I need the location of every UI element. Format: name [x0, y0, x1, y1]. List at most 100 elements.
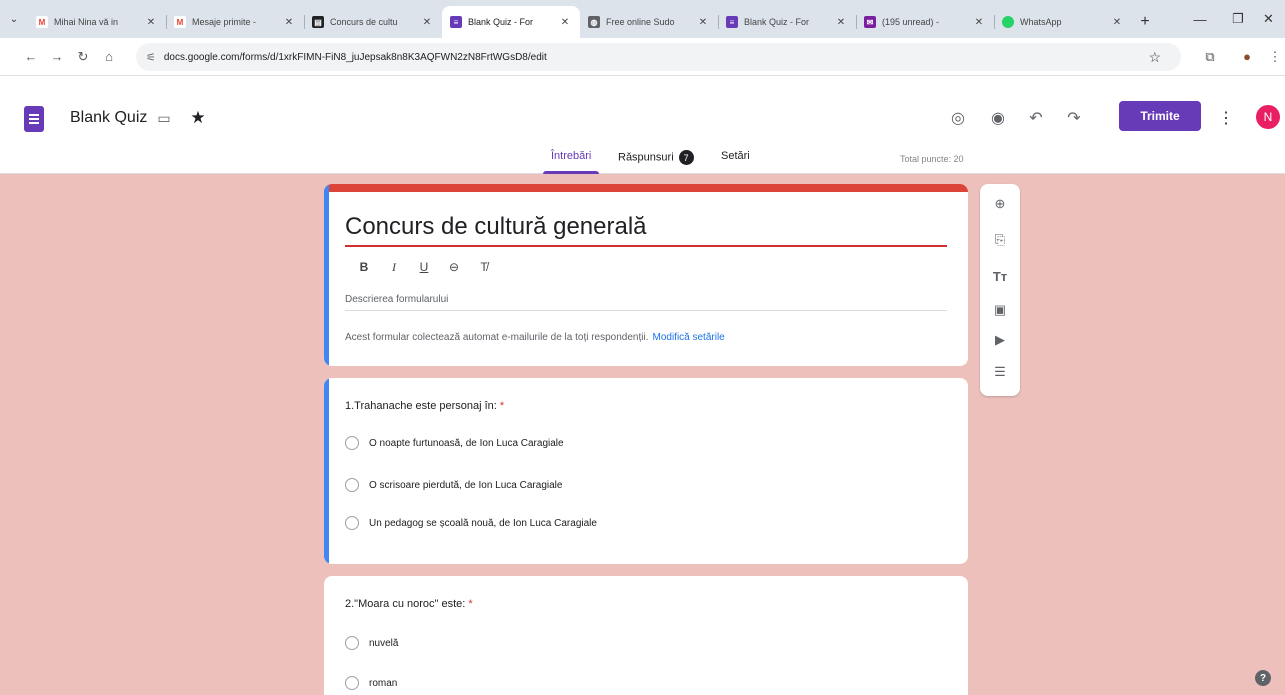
format-toolbar: B I U ⊖ T̸ — [356, 260, 492, 275]
home-icon[interactable]: ⌂ — [96, 44, 122, 70]
tab-responses[interactable]: Răspunsuri 7 — [618, 150, 694, 174]
modify-settings-link[interactable]: Modifică setările — [652, 332, 724, 343]
tab-title: WhatsApp — [1020, 17, 1062, 27]
help-icon[interactable]: ? — [1255, 670, 1271, 686]
redo-icon[interactable]: ↷ — [1060, 104, 1088, 132]
bold-icon[interactable]: B — [356, 260, 372, 275]
card-selected-bar — [324, 378, 329, 564]
required-mark: * — [468, 598, 473, 610]
close-tab-icon[interactable]: ✕ — [282, 17, 296, 28]
radio-icon[interactable] — [345, 478, 359, 492]
add-section-icon[interactable]: ☰ — [988, 360, 1012, 384]
whatsapp-icon — [1002, 16, 1014, 28]
radio-icon[interactable] — [345, 436, 359, 450]
tab-settings[interactable]: Setări — [721, 150, 750, 174]
add-video-icon[interactable]: ▶ — [988, 328, 1012, 352]
preview-eye-icon[interactable]: ◉ — [984, 104, 1012, 132]
url-bar[interactable]: ⚟ docs.google.com/forms/d/1xrkFIMN-FiN8_… — [136, 43, 1181, 71]
italic-icon[interactable]: I — [386, 260, 402, 275]
palette-icon[interactable]: ◎ — [944, 104, 972, 132]
option-item[interactable]: nuvelă — [345, 636, 398, 650]
close-tab-icon[interactable]: ✕ — [1110, 17, 1124, 28]
forms-icon: ≡ — [450, 16, 462, 28]
clear-format-icon[interactable]: T̸ — [476, 260, 492, 275]
close-tab-icon[interactable]: ✕ — [144, 17, 158, 28]
url-text: docs.google.com/forms/d/1xrkFIMN-FiN8_ju… — [163, 51, 547, 63]
option-label: O noapte furtunoasă, de Ion Luca Caragia… — [369, 437, 564, 449]
option-label: roman — [369, 677, 398, 689]
question-title[interactable]: 2."Moara cu noroc" este: * — [345, 598, 473, 610]
browser-tab-strip: ⌄ M Mihai Nina vă in ✕ M Mesaje primite … — [0, 0, 1285, 38]
total-points: Total puncte: 20 — [900, 154, 964, 164]
close-tab-icon[interactable]: ✕ — [834, 17, 848, 28]
form-description-input[interactable]: Descrierea formularului — [345, 294, 947, 311]
question-card[interactable]: 1.Trahanache este personaj în: * O noapte… — [324, 378, 968, 564]
link-icon[interactable]: ⊖ — [446, 260, 462, 275]
add-image-icon[interactable]: ▣ — [988, 298, 1012, 322]
extensions-icon[interactable]: ⧉ — [1197, 44, 1223, 70]
email-collection-notice: Acest formular colectează automat e-mail… — [345, 332, 725, 343]
new-tab-button[interactable]: + — [1132, 6, 1158, 38]
browser-tab[interactable]: M Mesaje primite - ✕ — [166, 6, 304, 38]
question-title-text: 1.Trahanache este personaj în: — [345, 400, 497, 412]
browser-tab-active[interactable]: ≡ Blank Quiz - For ✕ — [442, 6, 580, 38]
tab-title: Blank Quiz - For — [468, 17, 534, 27]
option-item[interactable]: roman — [345, 676, 397, 690]
tab-title: Mesaje primite - — [192, 17, 257, 27]
import-questions-icon[interactable]: ⎘ — [988, 228, 1012, 252]
close-tab-icon[interactable]: ✕ — [972, 17, 986, 28]
card-accent-bar — [324, 184, 968, 192]
close-tab-icon[interactable]: ✕ — [696, 17, 710, 28]
more-options-icon[interactable]: ⋮ — [1212, 104, 1240, 132]
doc-title[interactable]: Blank Quiz — [70, 109, 147, 127]
option-item[interactable]: Un pedagog se școală nouă, de Ion Luca C… — [345, 516, 597, 530]
browser-tab[interactable]: ≡ Blank Quiz - For ✕ — [718, 6, 856, 38]
form-title-input[interactable]: Concurs de cultură generală — [345, 213, 947, 247]
radio-icon[interactable] — [345, 636, 359, 650]
browser-tab[interactable]: ◍ Free online Sudo ✕ — [580, 6, 718, 38]
site-info-icon[interactable]: ⚟ — [146, 51, 156, 64]
browser-tab[interactable]: ▤ Concurs de cultu ✕ — [304, 6, 442, 38]
form-title-card[interactable]: Concurs de cultură generală B I U ⊖ T̸ D… — [324, 184, 968, 366]
option-label: Un pedagog se școală nouă, de Ion Luca C… — [369, 517, 597, 529]
mail-icon: ✉ — [864, 16, 876, 28]
browser-tab[interactable]: WhatsApp ✕ — [994, 6, 1132, 38]
back-icon[interactable]: ← — [18, 44, 44, 70]
address-bar-row: ← → ↻ ⌂ ⚟ docs.google.com/forms/d/1xrkFI… — [0, 38, 1285, 76]
tab-search-chevron-icon[interactable]: ⌄ — [0, 0, 28, 38]
avatar[interactable]: N — [1256, 105, 1280, 129]
close-tab-icon[interactable]: ✕ — [558, 17, 572, 28]
add-title-icon[interactable]: Tт — [988, 264, 1012, 288]
browser-tab[interactable]: M Mihai Nina vă in ✕ — [28, 6, 166, 38]
question-card[interactable]: 2."Moara cu noroc" este: * nuvelă roman — [324, 576, 968, 695]
browser-tab[interactable]: ✉ (195 unread) - ✕ — [856, 6, 994, 38]
bookmark-star-icon[interactable]: ☆ — [1148, 49, 1161, 66]
tab-title: Concurs de cultu — [330, 17, 398, 27]
minimize-icon[interactable]: — — [1180, 0, 1220, 38]
responses-count-badge: 7 — [678, 150, 694, 165]
folder-icon[interactable]: ▭ — [150, 104, 178, 132]
star-icon[interactable]: ★ — [184, 104, 212, 132]
forms-logo-icon[interactable] — [24, 106, 44, 132]
question-title[interactable]: 1.Trahanache este personaj în: * — [345, 400, 504, 412]
tab-title: Blank Quiz - For — [744, 17, 810, 27]
gmail-icon: M — [36, 16, 48, 28]
underline-icon[interactable]: U — [416, 260, 432, 275]
profile-icon[interactable]: ● — [1234, 44, 1260, 70]
forward-icon[interactable]: → — [44, 44, 70, 70]
send-button[interactable]: Trimite — [1119, 101, 1201, 131]
tab-responses-label: Răspunsuri — [618, 151, 674, 164]
radio-icon[interactable] — [345, 516, 359, 530]
close-window-icon[interactable]: ✕ — [1252, 0, 1285, 38]
browser-menu-icon[interactable]: ⋮ — [1262, 44, 1285, 70]
option-item[interactable]: O scrisoare pierdută, de Ion Luca Caragi… — [345, 478, 562, 492]
option-item[interactable]: O noapte furtunoasă, de Ion Luca Caragia… — [345, 436, 564, 450]
collect-notice-text: Acest formular colectează automat e-mail… — [345, 332, 649, 343]
tab-questions[interactable]: Întrebări — [542, 150, 600, 174]
add-question-icon[interactable]: ⊕ — [988, 192, 1012, 216]
undo-icon[interactable]: ↶ — [1022, 104, 1050, 132]
reload-icon[interactable]: ↻ — [70, 44, 96, 70]
radio-icon[interactable] — [345, 676, 359, 690]
forms-header: Blank Quiz ▭ ★ ◎ ◉ ↶ ↷ Trimite ⋮ N Între… — [0, 76, 1285, 174]
close-tab-icon[interactable]: ✕ — [420, 17, 434, 28]
